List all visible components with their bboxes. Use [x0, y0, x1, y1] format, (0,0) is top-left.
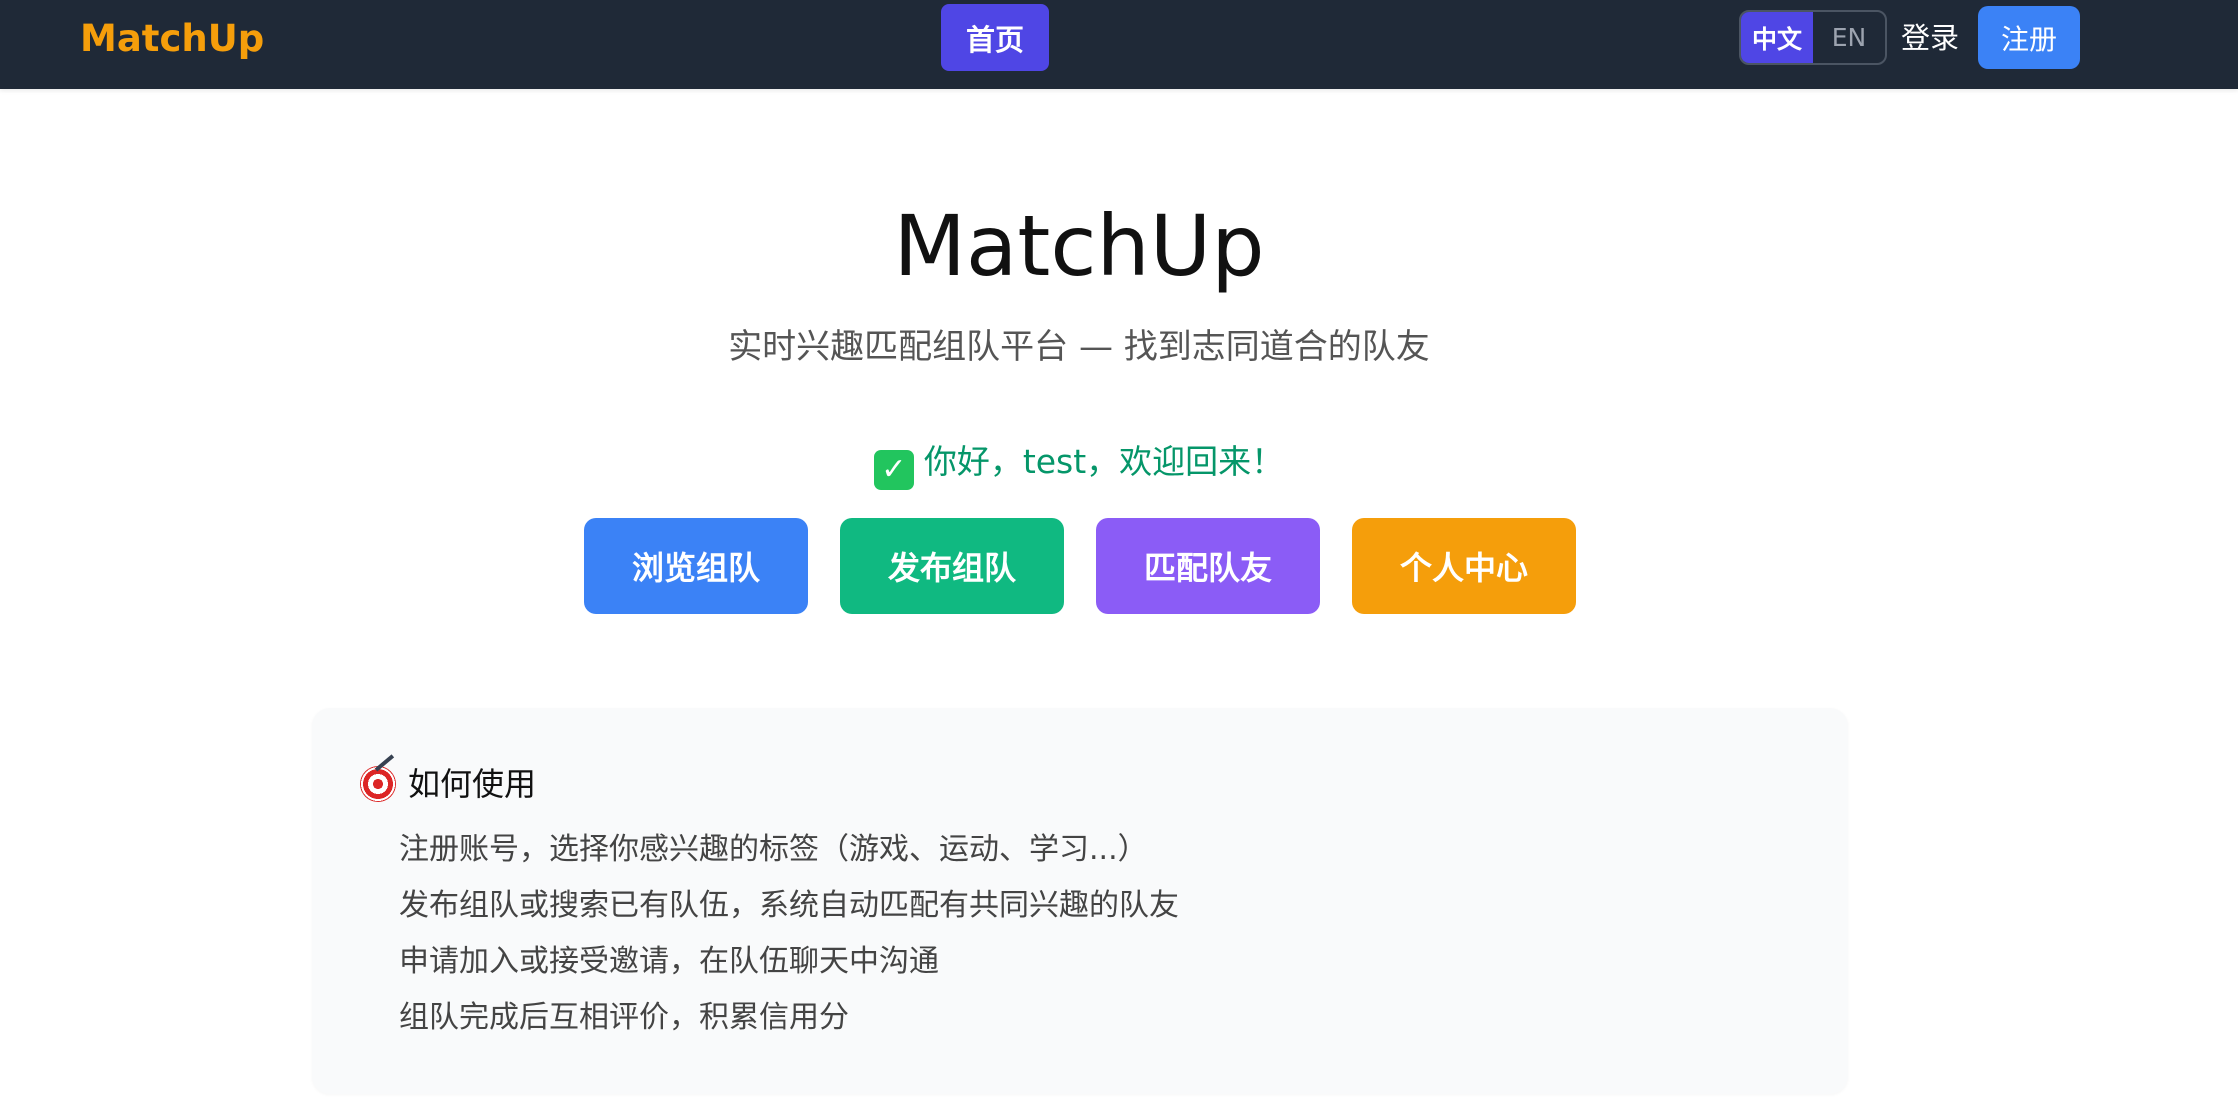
check-mark-icon: ✓: [873, 450, 914, 490]
post-team-button[interactable]: 发布组队: [840, 518, 1064, 614]
hero-subtitle: 实时兴趣匹配组队平台 — 找到志同道合的队友: [728, 327, 1430, 367]
top-navbar: MatchUp 首页 中文 EN 登录 注册: [0, 0, 2238, 89]
brand-logo[interactable]: MatchUp: [80, 0, 264, 78]
how-to-step: 组队完成后互相评价，积累信用分: [399, 1000, 849, 1035]
lang-zh-button[interactable]: 中文: [1741, 12, 1813, 63]
target-icon: [360, 766, 396, 802]
welcome-message: ✓ 你好，test，欢迎回来！: [0, 438, 2158, 490]
how-to-step: 申请加入或接受邀请，在队伍聊天中沟通: [399, 944, 939, 979]
how-to-step: 发布组队或搜索已有队伍，系统自动匹配有共同兴趣的队友: [399, 888, 1179, 923]
language-switch: 中文 EN: [1739, 10, 1887, 65]
how-to-use-card: 如何使用 注册账号，选择你感兴趣的标签（游戏、运动、学习...） 发布组队或搜索…: [312, 708, 1848, 1094]
hero-title: MatchUp: [893, 197, 1265, 295]
welcome-text: 你好，test，欢迎回来！: [923, 442, 1285, 481]
how-to-use-steps: 注册账号，选择你感兴趣的标签（游戏、运动、学习...） 发布组队或搜索已有队伍，…: [399, 822, 1179, 1046]
lang-en-button[interactable]: EN: [1813, 12, 1885, 63]
how-to-use-title: 如何使用: [408, 765, 537, 803]
how-to-step: 注册账号，选择你感兴趣的标签（游戏、运动、学习...）: [399, 832, 1148, 867]
match-teammates-button[interactable]: 匹配队友: [1096, 518, 1320, 614]
login-link[interactable]: 登录: [1901, 8, 1959, 68]
how-to-use-heading: 如何使用: [360, 760, 536, 808]
profile-center-button[interactable]: 个人中心: [1352, 518, 1576, 614]
register-button[interactable]: 注册: [1978, 6, 2080, 69]
browse-teams-button[interactable]: 浏览组队: [584, 518, 808, 614]
nav-home-button[interactable]: 首页: [941, 4, 1049, 71]
